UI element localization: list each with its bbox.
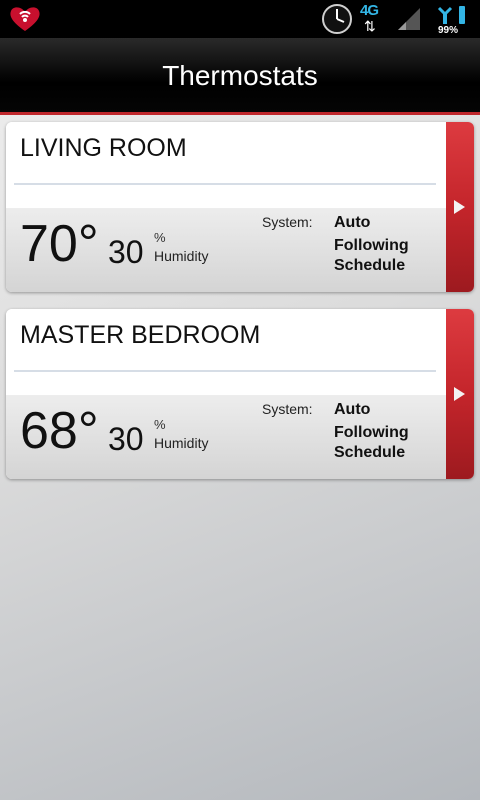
system-label: System: (262, 401, 313, 417)
schedule-status: Following Schedule (334, 237, 409, 274)
temperature: 68° (20, 402, 99, 460)
thermostat-name: LIVING ROOM (20, 134, 187, 162)
thermostat-name: MASTER BEDROOM (20, 321, 261, 349)
open-thermostat-button[interactable] (446, 122, 474, 292)
card-header: MASTER BEDROOM (6, 309, 446, 395)
humidity-value: 30 (108, 234, 144, 270)
temperature: 70° (20, 215, 99, 273)
system-label: System: (262, 214, 313, 230)
status-bar: 4G ⇅ 99% (0, 0, 480, 38)
humidity-value: 30 (108, 421, 144, 457)
iheart-icon (10, 7, 40, 31)
schedule-status: Following Schedule (334, 424, 409, 461)
humidity-label: Humidity (154, 248, 209, 264)
network-type: 4G (360, 2, 379, 19)
chevron-right-icon (454, 387, 465, 401)
humidity-unit: % (154, 417, 166, 432)
open-thermostat-button[interactable] (446, 309, 474, 479)
card-details: 68° 30 % Humidity System: Auto Following… (6, 395, 446, 479)
card-header: LIVING ROOM (6, 122, 446, 208)
data-arrows-icon: ⇅ (364, 18, 376, 34)
system-mode: Auto (334, 401, 371, 418)
app-header: Thermostats (0, 38, 480, 115)
divider (14, 183, 436, 185)
divider (14, 370, 436, 372)
clock-icon (322, 4, 352, 34)
system-mode: Auto (334, 214, 371, 231)
network-indicator: 4G ⇅ (360, 2, 394, 36)
battery-percent: 99% (438, 25, 459, 36)
page-title: Thermostats (162, 60, 318, 91)
thermostat-card-master-bedroom[interactable]: MASTER BEDROOM 68° 30 % Humidity System:… (6, 309, 474, 479)
thermostat-card-living-room[interactable]: LIVING ROOM 70° 30 % Humidity System: Au… (6, 122, 474, 292)
humidity-unit: % (154, 230, 166, 245)
signal-icon (398, 8, 420, 30)
humidity-label: Humidity (154, 435, 209, 451)
chevron-right-icon (454, 200, 465, 214)
card-details: 70° 30 % Humidity System: Auto Following… (6, 208, 446, 292)
